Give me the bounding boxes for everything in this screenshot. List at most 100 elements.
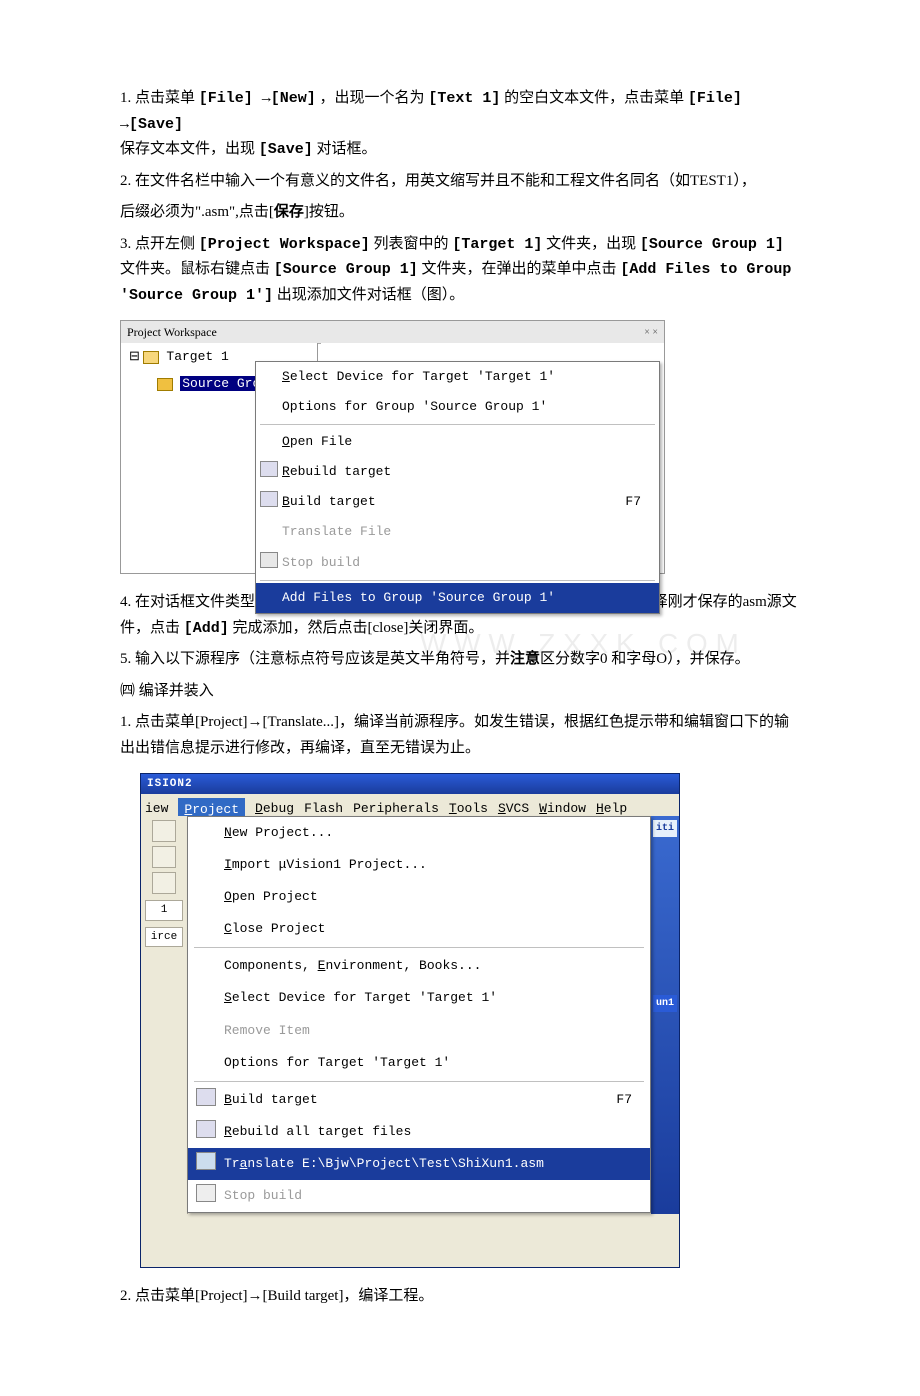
text: 出现添加文件对话框（图）。: [277, 287, 465, 303]
ctx-rebuild[interactable]: Rebuild target: [256, 457, 659, 487]
para-step2b: 后缀必须为".asm",点击[保存]按钮。: [120, 200, 800, 226]
shortcut-label: F7: [625, 491, 641, 513]
text-code: [Save]: [259, 141, 313, 158]
separator: [260, 580, 655, 581]
build-icon: [260, 491, 278, 507]
text: 区分数字0 和字母O），并保存。: [540, 651, 750, 667]
dock-tab-2[interactable]: irce: [145, 927, 183, 948]
para-step2: 2. 在文件名栏中输入一个有意义的文件名，用英文缩写并且不能和工程文件名同名（如…: [120, 169, 800, 195]
para-stepC2: 2. 点击菜单[Project]→[Build target]，编译工程。: [120, 1284, 800, 1310]
pm-label: Remove Item: [224, 1023, 310, 1038]
screenshot-project-menu: ISION2 iew Project Debug Flash Periphera…: [140, 773, 680, 1268]
build-icon: [196, 1088, 216, 1106]
pm-close-project[interactable]: Close Project: [188, 913, 650, 945]
para-stepC1: 1. 点击菜单[Project]→[Translate...]，编译当前源程序。…: [120, 710, 800, 761]
para-section-compile: ㈣ 编译并装入: [120, 679, 800, 705]
text: 保存文本文件，出现: [120, 141, 255, 157]
window-title: ISION2: [147, 778, 193, 790]
text-code: [Source Group 1]: [274, 261, 418, 278]
text: 文件夹，出现: [546, 236, 636, 252]
text-bold: 保存: [274, 204, 304, 220]
pm-label: pen Project: [232, 889, 318, 904]
ctx-build[interactable]: Build target F7: [256, 487, 659, 517]
right-chip[interactable]: iti: [653, 820, 677, 837]
para-step1: 1. 点击菜单 [File] →[New] ，出现一个名为 [Text 1] 的…: [120, 86, 800, 163]
ctx-open-file[interactable]: Open File: [256, 427, 659, 457]
pm-select-device[interactable]: Select Device for Target 'Target 1': [188, 982, 650, 1014]
text: ]按钮。: [304, 204, 354, 220]
pm-label: Stop build: [224, 1188, 302, 1203]
pm-import[interactable]: Import μVision1 Project...: [188, 849, 650, 881]
text: 文件夹。鼠标右键点击: [120, 261, 270, 277]
pm-label: nslate E:\Bjw\Project\Test\ShiXun1.asm: [247, 1156, 543, 1171]
text-bold: 注意: [510, 651, 540, 667]
text: 5. 输入以下源程序（注意标点符号应该是英文半角符号，并: [120, 651, 510, 667]
ctx-label: Translate File: [282, 524, 391, 539]
text: 的空白文本文件，点击菜单: [504, 90, 684, 106]
shortcut-label: F7: [616, 1089, 632, 1111]
separator: [260, 424, 655, 425]
tree-label: Target 1: [166, 349, 228, 364]
dock-tab-1[interactable]: 1: [145, 900, 183, 921]
pm-label: uild target: [232, 1092, 318, 1107]
pm-build-target[interactable]: Build target F7: [188, 1084, 650, 1116]
ctx-label: uild target: [290, 494, 376, 509]
text-code: [Source Group 1]: [640, 236, 784, 253]
toolbar-icon[interactable]: [152, 846, 176, 868]
pm-label: elect Device for Target 'Target 1': [232, 990, 497, 1005]
text: ，出现一个名为: [320, 90, 425, 106]
pm-open-project[interactable]: Open Project: [188, 881, 650, 913]
pm-options-target[interactable]: Options for Target 'Target 1': [188, 1047, 650, 1079]
text-menu: [File] →[New]: [199, 90, 316, 107]
pm-label: mport μVision1 Project...: [232, 857, 427, 872]
panel-title-bar: Project Workspace × ×: [121, 321, 664, 344]
separator: [194, 1081, 644, 1082]
context-menu: Select Device for Target 'Target 1' Opti…: [255, 361, 660, 614]
panel-title: Project Workspace: [127, 322, 217, 342]
pm-label: ebuild all target files: [232, 1124, 411, 1139]
toolbar-icon[interactable]: [152, 820, 176, 842]
right-chip-selected[interactable]: un1: [653, 995, 677, 1012]
text-code: [Add]: [184, 620, 229, 637]
text-code: [Target 1]: [452, 236, 542, 253]
text-code: [Project Workspace]: [199, 236, 370, 253]
ctx-label: pen File: [290, 434, 352, 449]
pm-rebuild-all[interactable]: Rebuild all target files: [188, 1116, 650, 1148]
right-strip: iti un1: [651, 816, 679, 1214]
para-step3: 3. 点开左侧 [Project Workspace] 列表窗中的 [Targe…: [120, 232, 800, 309]
left-toolbar: 1 irce: [141, 816, 188, 1214]
pm-label: ew Project...: [232, 825, 333, 840]
text: 1. 点击菜单: [120, 90, 195, 106]
pm-label: Options for Target 'Target 1': [224, 1055, 450, 1070]
rebuild-icon: [260, 461, 278, 477]
pm-translate[interactable]: Translate E:\Bjw\Project\Test\ShiXun1.as…: [188, 1148, 650, 1180]
toolbar-icon[interactable]: [152, 872, 176, 894]
panel-close-icons[interactable]: × ×: [644, 324, 658, 341]
pm-remove-item: Remove Item: [188, 1015, 650, 1047]
ctx-add-files[interactable]: Add Files to Group 'Source Group 1': [256, 583, 659, 613]
folder-icon: [143, 351, 159, 364]
project-dropdown-menu: New Project... Import μVision1 Project..…: [187, 816, 651, 1213]
ctx-stop-build: Stop build: [256, 548, 659, 578]
rebuild-icon: [196, 1120, 216, 1138]
ctx-label: Stop build: [282, 555, 360, 570]
para-step5: 5. 输入以下源程序（注意标点符号应该是英文半角符号，并注意区分数字0 和字母O…: [120, 647, 800, 673]
translate-icon: [196, 1152, 216, 1170]
ctx-label: Options for Group 'Source Group 1': [282, 399, 547, 414]
pm-new-project[interactable]: New Project...: [188, 817, 650, 849]
text: 3. 点开左侧: [120, 236, 195, 252]
text: 对话框。: [317, 141, 377, 157]
ctx-label: ebuild target: [290, 464, 391, 479]
pm-components[interactable]: Components, Environment, Books...: [188, 950, 650, 982]
ctx-options-group[interactable]: Options for Group 'Source Group 1': [256, 392, 659, 422]
text: 文件夹，在弹出的菜单中点击: [422, 261, 617, 277]
separator: [194, 947, 644, 948]
ctx-label: Add Files to Group 'Source Group 1': [282, 590, 555, 605]
folder-icon: [157, 378, 173, 391]
text-code: [Text 1]: [428, 90, 500, 107]
ctx-translate: Translate File: [256, 517, 659, 547]
ctx-select-device[interactable]: Select Device for Target 'Target 1': [256, 362, 659, 392]
text: 列表窗中的: [374, 236, 449, 252]
window-title-bar: ISION2: [141, 774, 679, 794]
ctx-label: elect Device for Target 'Target 1': [290, 369, 555, 384]
